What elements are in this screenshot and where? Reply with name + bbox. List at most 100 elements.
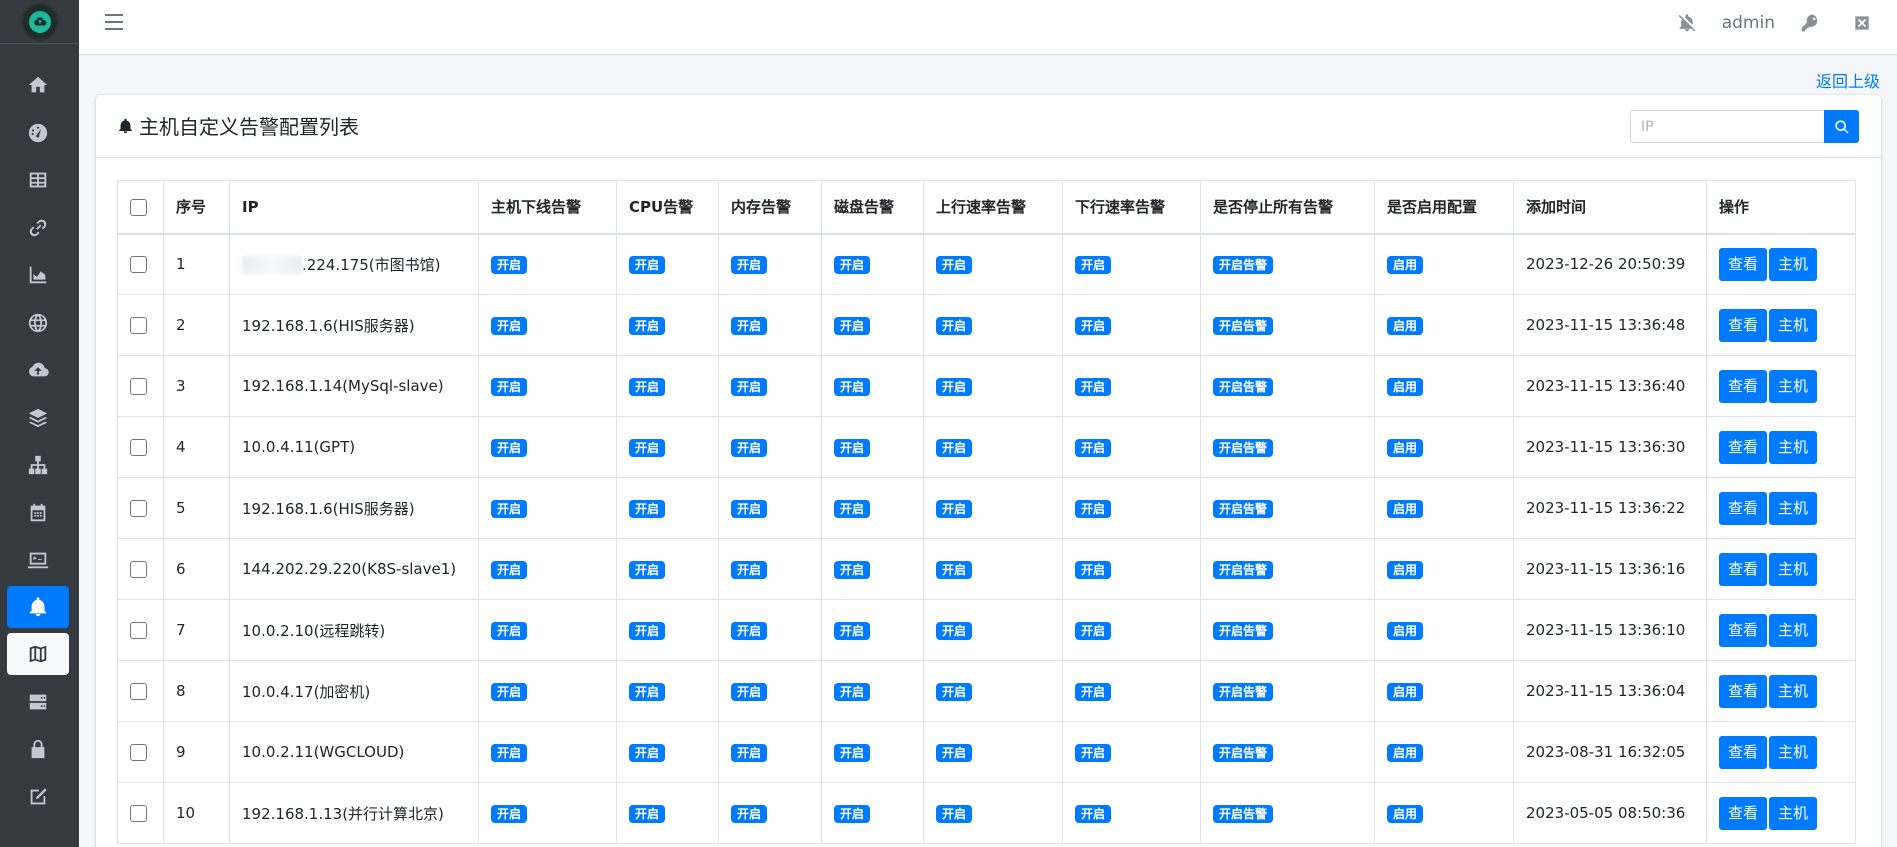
column-header[interactable]: 主机下线告警 bbox=[478, 180, 617, 235]
key-icon[interactable] bbox=[1799, 12, 1821, 34]
cpu-alert-cell: 开启 bbox=[616, 782, 719, 844]
status-badge: 开启 bbox=[834, 743, 871, 762]
sidebar-item-table[interactable] bbox=[7, 159, 69, 201]
host-button[interactable]: 主机 bbox=[1769, 430, 1818, 464]
sidebar-item-calendar[interactable] bbox=[7, 492, 69, 534]
sidebar-item-terminal[interactable] bbox=[7, 539, 69, 581]
dashboard-icon bbox=[28, 123, 48, 143]
download-rate-alert-cell: 开启 bbox=[1062, 294, 1201, 356]
column-header[interactable]: 内存告警 bbox=[718, 180, 822, 235]
row-ip-text: 192.168.1.6(HIS服务器) bbox=[242, 316, 415, 335]
view-button[interactable]: 查看 bbox=[1719, 308, 1768, 342]
back-link[interactable]: 返回上级 bbox=[1816, 68, 1880, 92]
row-checkbox[interactable] bbox=[130, 805, 147, 822]
row-checkbox[interactable] bbox=[130, 378, 147, 395]
column-header[interactable]: 是否启用配置 bbox=[1374, 180, 1514, 235]
row-select-cell bbox=[117, 538, 164, 600]
view-button[interactable]: 查看 bbox=[1719, 735, 1768, 769]
sidebar-item-globe[interactable] bbox=[7, 302, 69, 344]
status-badge: 开启 bbox=[1075, 377, 1112, 396]
bell-slash-icon[interactable] bbox=[1676, 12, 1698, 34]
sidebar-item-home[interactable] bbox=[7, 64, 69, 106]
sidebar-item-server[interactable] bbox=[7, 681, 69, 723]
host-button[interactable]: 主机 bbox=[1769, 796, 1818, 830]
sidebar-item-alerts[interactable] bbox=[7, 586, 69, 628]
row-checkbox[interactable] bbox=[130, 439, 147, 456]
status-badge: 开启 bbox=[1075, 316, 1112, 335]
sidebar-item-dashboard[interactable] bbox=[7, 112, 69, 154]
sidebar-item-map[interactable] bbox=[7, 633, 69, 675]
view-button[interactable]: 查看 bbox=[1719, 247, 1768, 281]
sidebar-item-edit[interactable] bbox=[7, 776, 69, 818]
status-badge: 启用 bbox=[1387, 499, 1424, 518]
row-checkbox[interactable] bbox=[130, 744, 147, 761]
host-button[interactable]: 主机 bbox=[1769, 247, 1818, 281]
view-button[interactable]: 查看 bbox=[1719, 674, 1768, 708]
status-badge: 开启 bbox=[629, 804, 666, 823]
column-header[interactable]: IP bbox=[229, 180, 479, 235]
host-button[interactable]: 主机 bbox=[1769, 308, 1818, 342]
host-button[interactable]: 主机 bbox=[1769, 491, 1818, 525]
column-header[interactable]: 添加时间 bbox=[1513, 180, 1707, 235]
sidebar-item-network[interactable] bbox=[7, 444, 69, 486]
host-button[interactable]: 主机 bbox=[1769, 552, 1818, 586]
row-select-cell bbox=[117, 416, 164, 478]
sidebar-item-lock[interactable] bbox=[7, 728, 69, 770]
row-checkbox[interactable] bbox=[130, 561, 147, 578]
sidebar-item-link[interactable] bbox=[7, 207, 69, 249]
status-badge: 开启告警 bbox=[1213, 804, 1274, 823]
host-button[interactable]: 主机 bbox=[1769, 613, 1818, 647]
host-button[interactable]: 主机 bbox=[1769, 735, 1818, 769]
row-checkbox[interactable] bbox=[130, 317, 147, 334]
row-actions: 查看 主机 bbox=[1706, 538, 1856, 600]
view-button[interactable]: 查看 bbox=[1719, 369, 1768, 403]
column-header[interactable]: 下行速率告警 bbox=[1062, 180, 1201, 235]
bell-icon bbox=[29, 597, 47, 617]
view-button[interactable]: 查看 bbox=[1719, 430, 1768, 464]
row-checkbox[interactable] bbox=[130, 500, 147, 517]
column-header[interactable]: 上行速率告警 bbox=[923, 180, 1063, 235]
user-name[interactable]: admin bbox=[1722, 13, 1775, 33]
sidebar-item-cloud[interactable] bbox=[7, 349, 69, 391]
search-input[interactable] bbox=[1630, 110, 1824, 143]
row-ip-text: .224.175(市图书馆) bbox=[302, 255, 441, 274]
column-header[interactable]: CPU告警 bbox=[616, 180, 719, 235]
host-button[interactable]: 主机 bbox=[1769, 674, 1818, 708]
status-badge: 开启 bbox=[1075, 621, 1112, 640]
view-button[interactable]: 查看 bbox=[1719, 491, 1768, 525]
offline-alert-cell: 开启 bbox=[478, 660, 617, 722]
row-checkbox[interactable] bbox=[130, 256, 147, 274]
menu-toggle-icon[interactable] bbox=[105, 14, 123, 30]
close-window-icon[interactable] bbox=[1851, 12, 1873, 34]
view-button[interactable]: 查看 bbox=[1719, 552, 1768, 586]
column-header[interactable]: 操作 bbox=[1706, 180, 1856, 235]
search-button[interactable] bbox=[1824, 110, 1859, 143]
status-badge: 开启 bbox=[936, 743, 973, 762]
status-badge: 开启 bbox=[936, 560, 973, 579]
row-checkbox[interactable] bbox=[130, 622, 147, 639]
upload-rate-alert-cell: 开启 bbox=[923, 233, 1063, 295]
table-row: 5 192.168.1.6(HIS服务器) 开启 开启 开启 开启 开启 开启 开启告警 启用 20… bbox=[117, 477, 1856, 539]
sidebar-item-chart[interactable] bbox=[7, 254, 69, 296]
row-checkbox[interactable] bbox=[130, 683, 147, 700]
brand[interactable] bbox=[0, 0, 79, 44]
row-time: 2023-11-15 13:36:48 bbox=[1513, 294, 1707, 356]
upload-rate-alert-cell: 开启 bbox=[923, 782, 1063, 844]
status-badge: 开启 bbox=[834, 255, 871, 274]
column-header[interactable]: 是否停止所有告警 bbox=[1200, 180, 1375, 235]
upload-rate-alert-cell: 开启 bbox=[923, 721, 1063, 783]
select-all-checkbox[interactable] bbox=[130, 198, 147, 216]
stop-all-alert-cell: 开启告警 bbox=[1200, 782, 1375, 844]
status-badge: 开启 bbox=[491, 743, 528, 762]
sidebar-item-layers[interactable] bbox=[7, 397, 69, 439]
host-button[interactable]: 主机 bbox=[1769, 369, 1818, 403]
status-badge: 开启 bbox=[491, 560, 528, 579]
view-button[interactable]: 查看 bbox=[1719, 796, 1768, 830]
disk-alert-cell: 开启 bbox=[821, 477, 924, 539]
view-button[interactable]: 查看 bbox=[1719, 613, 1768, 647]
status-badge: 开启 bbox=[629, 682, 666, 701]
column-header[interactable]: 磁盘告警 bbox=[821, 180, 924, 235]
column-header[interactable]: 序号 bbox=[163, 180, 230, 235]
row-select-cell bbox=[117, 355, 164, 417]
row-select-cell bbox=[117, 660, 164, 722]
